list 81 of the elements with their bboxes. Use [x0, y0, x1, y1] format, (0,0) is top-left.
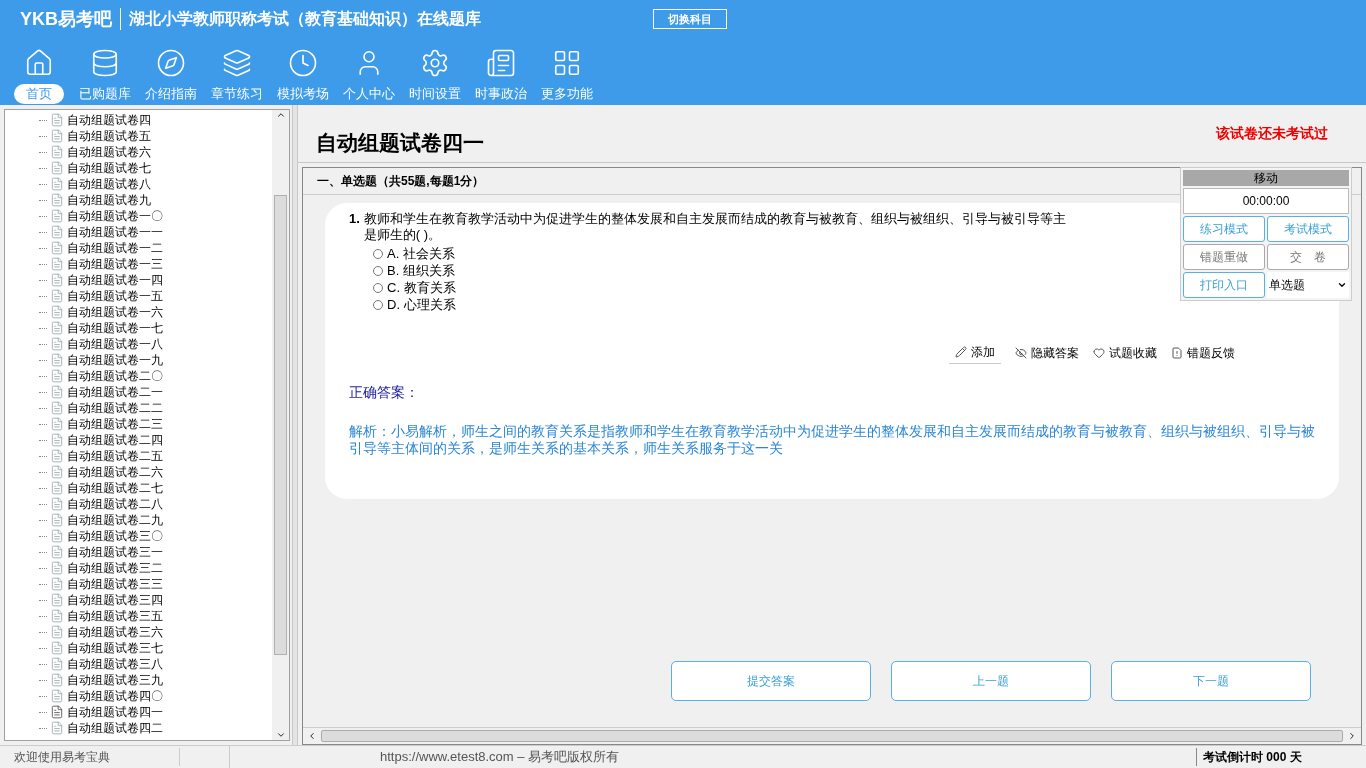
radio-button[interactable]: [373, 282, 383, 293]
tree-item[interactable]: 自动组题试卷三三: [67, 576, 163, 592]
tree-item[interactable]: 自动组题试卷一七: [67, 320, 163, 336]
tree-item[interactable]: 自动组题试卷二四: [67, 432, 163, 448]
question-number: 1.: [349, 211, 360, 228]
countdown-text: 考试倒计时 000 天: [1196, 748, 1366, 766]
tree-item[interactable]: 自动组题试卷二三: [67, 416, 163, 432]
scroll-down-icon[interactable]: [275, 730, 286, 740]
tree-item[interactable]: 自动组题试卷七: [67, 160, 151, 176]
tree-item[interactable]: 自动组题试卷二〇: [67, 368, 163, 384]
tree-item[interactable]: 自动组题试卷六: [67, 144, 151, 160]
tree-item[interactable]: 自动组题试卷二一: [67, 384, 163, 400]
radio-button[interactable]: [373, 265, 383, 276]
tree-item[interactable]: 自动组题试卷三二: [67, 560, 163, 576]
layers-icon[interactable]: [222, 48, 252, 78]
paper-title: 自动组题试卷四一: [316, 129, 484, 156]
tree-item[interactable]: 自动组题试卷一一: [67, 224, 163, 240]
tree-item[interactable]: 自动组题试卷一五: [67, 288, 163, 304]
tree-item[interactable]: 自动组题试卷一二: [67, 240, 163, 256]
compass-icon[interactable]: [156, 48, 186, 78]
tree-item[interactable]: 自动组题试卷二六: [67, 464, 163, 480]
tool-button[interactable]: 添加: [949, 341, 1001, 364]
question-text: 教师和学生在教育教学活动中为促进学生的整体发展和自主发展而结成的教育与被教育、组织与被组织、引导与被引导等主: [363, 211, 1066, 227]
tree-item[interactable]: 自动组题试卷三五: [67, 608, 163, 624]
tool-button[interactable]: 隐藏答案: [1015, 341, 1079, 364]
tree-item[interactable]: 自动组题试卷四一: [67, 704, 163, 720]
radio-button[interactable]: [373, 299, 383, 310]
radio-button[interactable]: [373, 248, 383, 259]
exam-status: 该试卷还未考试过: [1216, 124, 1328, 143]
tree-item[interactable]: 自动组题试卷一四: [67, 272, 163, 288]
tree-item[interactable]: 自动组题试卷三九: [67, 672, 163, 688]
tree-item[interactable]: 自动组题试卷四二: [67, 720, 163, 736]
newspaper-icon[interactable]: [486, 48, 516, 78]
eye-off-icon: [1015, 346, 1027, 359]
dropdown-icon: [1337, 280, 1347, 290]
tree-item[interactable]: 自动组题试卷一三: [67, 256, 163, 272]
tree-item[interactable]: 自动组题试卷三七: [67, 640, 163, 656]
home-icon[interactable]: [24, 48, 54, 78]
document-icon: [1171, 346, 1183, 359]
panel-header[interactable]: 移动: [1183, 170, 1349, 186]
app-title: 湖北小学教师职称考试（教育基础知识）在线题库: [129, 9, 481, 29]
analysis-text: 解析：小易解析，师生之间的教育关系是指教师和学生在教育教学活动中为促进学生的整体发展和自主发展而结成的教育与被教育、组织与被组织、引导与被引导等主体间的关系，是师生关系的基本关系，师生关系服务于这一关: [349, 423, 1315, 457]
tree-item[interactable]: 自动组题试卷三〇: [67, 528, 163, 544]
tree-item[interactable]: 自动组题试卷三一: [67, 544, 163, 560]
copyright-text: https://www.etest8.com – 易考吧版权所有: [380, 748, 620, 767]
scrollbar[interactable]: [272, 110, 289, 740]
tree-item[interactable]: 自动组题试卷一六: [67, 304, 163, 320]
tool-button[interactable]: 错题反馈: [1171, 341, 1235, 364]
tree-item[interactable]: 自动组题试卷一八: [67, 336, 163, 352]
clock-icon[interactable]: [288, 48, 318, 78]
tree-item[interactable]: 自动组题试卷二二: [67, 400, 163, 416]
settings-icon[interactable]: [420, 48, 450, 78]
grid-icon[interactable]: [552, 48, 582, 78]
correct-answer: 正确答案：: [349, 383, 420, 402]
tree-item[interactable]: 自动组题试卷二七: [67, 480, 163, 496]
scroll-up-icon[interactable]: [275, 110, 286, 120]
tree-item[interactable]: 自动组题试卷二九: [67, 512, 163, 528]
tree-item[interactable]: 自动组题试卷三八: [67, 656, 163, 672]
database-icon[interactable]: [90, 48, 120, 78]
tree-item[interactable]: 自动组题试卷九: [67, 192, 151, 208]
tree-item[interactable]: 自动组题试卷五: [67, 128, 151, 144]
pencil-icon: [955, 346, 967, 358]
tree-item[interactable]: 自动组题试卷二八: [67, 496, 163, 512]
tree-item[interactable]: 自动组题试卷一〇: [67, 208, 163, 224]
tree-item[interactable]: 自动组题试卷四〇: [67, 688, 163, 704]
tree-item[interactable]: 自动组题试卷三六: [67, 624, 163, 640]
logo: YKB易考吧: [20, 7, 112, 31]
horizontal-scrollbar[interactable]: [303, 727, 1361, 744]
tree-item[interactable]: 自动组题试卷四: [67, 112, 151, 128]
tree-item[interactable]: 自动组题试卷三四: [67, 592, 163, 608]
timer-display: 00:00:00: [1183, 188, 1349, 214]
tree-item[interactable]: 自动组题试卷二五: [67, 448, 163, 464]
question-text: 是师生的( )。: [363, 227, 443, 243]
tool-button[interactable]: 试题收藏: [1093, 341, 1157, 364]
scroll-left-icon[interactable]: [307, 731, 317, 741]
heart-icon: [1093, 346, 1105, 359]
tree-item[interactable]: 自动组题试卷八: [67, 176, 151, 192]
welcome-text: 欢迎使用易考宝典: [0, 748, 180, 766]
question-type-select[interactable]: 单选题: [1267, 272, 1349, 298]
tree-item[interactable]: 自动组题试卷一九: [67, 352, 163, 368]
scroll-right-icon[interactable]: [1347, 731, 1357, 741]
